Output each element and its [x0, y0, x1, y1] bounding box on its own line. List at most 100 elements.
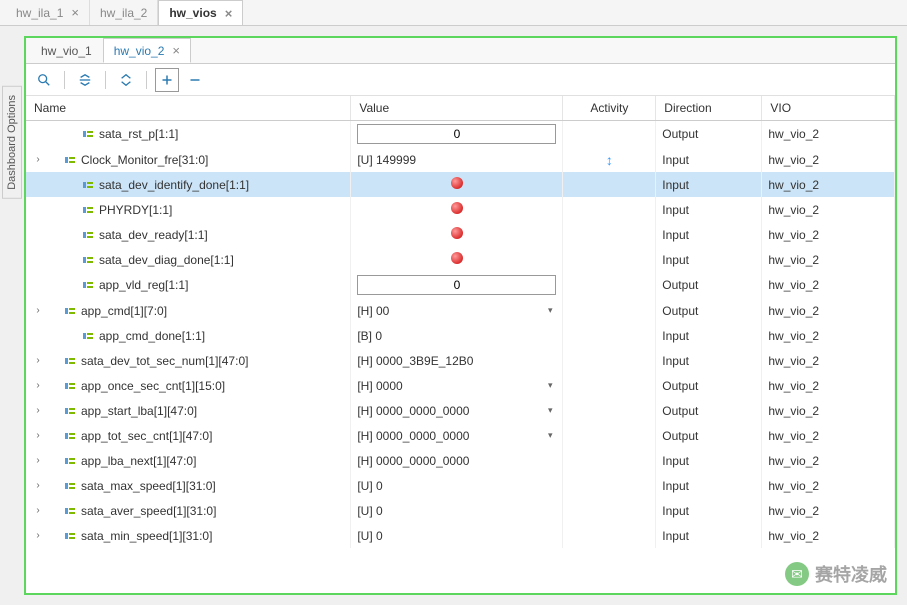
signal-icon	[64, 505, 76, 517]
signal-icon	[64, 480, 76, 492]
value-dropdown[interactable]: [H] 0000 ▾	[357, 379, 556, 393]
expand-icon[interactable]: ›	[32, 380, 44, 391]
table-row[interactable]: sata_rst_p[1:1]Outputhw_vio_2	[26, 121, 895, 148]
value-input[interactable]	[357, 124, 556, 144]
expand-icon[interactable]: ›	[32, 480, 44, 491]
col-header-vio[interactable]: VIO	[762, 96, 895, 121]
col-header-direction[interactable]: Direction	[656, 96, 762, 121]
outer-tab-hw_ila_2[interactable]: hw_ila_2	[90, 0, 158, 25]
value-dropdown[interactable]: [H] 0000_0000_0000▾	[357, 404, 556, 418]
table-row[interactable]: ›app_once_sec_cnt[1][15:0][H] 0000▾Outpu…	[26, 373, 895, 398]
expand-button[interactable]	[114, 68, 138, 92]
direction-cell: Input	[656, 323, 762, 348]
table-row[interactable]: › app_lba_next[1][47:0] [H] 0000_0000_0000…	[26, 448, 895, 473]
value-input[interactable]	[357, 275, 556, 295]
inner-tab-hw_vio_1[interactable]: hw_vio_1	[30, 38, 103, 63]
col-header-name[interactable]: Name	[26, 96, 351, 121]
table-row[interactable]: ›Clock_Monitor_fre[31:0][U] 149999↕Input…	[26, 147, 895, 172]
direction-cell: Input	[656, 172, 762, 197]
value-text: [H] 0000_3B9E_12B0	[357, 354, 556, 368]
expand-icon[interactable]: ›	[32, 355, 44, 366]
signal-name: app_tot_sec_cnt[1][47:0]	[81, 429, 212, 443]
value-text: [H] 0000	[357, 379, 402, 393]
signal-icon	[82, 279, 94, 291]
value-dropdown[interactable]: [H] 0000_0000_0000▾	[357, 429, 556, 443]
table-row[interactable]: ›sata_min_speed[1][31:0][U] 0Inputhw_vio…	[26, 523, 895, 548]
signal-icon	[64, 530, 76, 542]
signal-name: sata_aver_speed[1][31:0]	[81, 504, 216, 518]
table-row[interactable]: › sata_aver_speed[1][31:0] [U] 0 Inputhw_vi…	[26, 498, 895, 523]
vio-cell: hw_vio_2	[762, 398, 895, 423]
value-dropdown[interactable]: [H] 00▾	[357, 304, 556, 318]
expand-icon[interactable]: ›	[32, 455, 44, 466]
signal-icon	[64, 154, 76, 166]
chevron-down-icon: ▾	[548, 430, 557, 441]
collapse-button[interactable]	[73, 68, 97, 92]
direction-cell: Input	[656, 348, 762, 373]
close-icon[interactable]: ×	[172, 43, 180, 58]
outer-tab-hw_vios[interactable]: hw_vios×	[158, 0, 243, 25]
value-text: [U] 0	[357, 529, 556, 543]
remove-button[interactable]	[183, 68, 207, 92]
table-row[interactable]: › app_start_lba[1][47:0] [H] 0000_0000_000…	[26, 398, 895, 423]
direction-cell: Input	[656, 222, 762, 247]
expand-icon[interactable]: ›	[32, 505, 44, 516]
signal-icon	[82, 330, 94, 342]
signal-name: app_cmd_done[1:1]	[99, 329, 205, 343]
outer-tab-bar: hw_ila_1×hw_ila_2hw_vios×	[0, 0, 907, 26]
tab-label: hw_vio_2	[114, 44, 165, 58]
vio-cell: hw_vio_2	[762, 147, 895, 172]
add-button[interactable]	[155, 68, 179, 92]
expand-icon[interactable]: ›	[32, 405, 44, 416]
direction-cell: Input	[656, 498, 762, 523]
value-text: [U] 0	[357, 504, 556, 518]
chevron-down-icon: ▾	[548, 380, 557, 391]
direction-cell: Output	[656, 373, 762, 398]
table-row[interactable]: › app_tot_sec_cnt[1][47:0] [H] 0000_0000_0…	[26, 423, 895, 448]
signal-icon	[64, 380, 76, 392]
col-header-value[interactable]: Value	[351, 96, 563, 121]
table-row[interactable]: ›app_cmd[1][7:0][H] 00▾Outputhw_vio_2	[26, 298, 895, 323]
inner-tab-bar: hw_vio_1 hw_vio_2 ×	[26, 38, 895, 64]
table-row[interactable]: ›sata_max_speed[1][31:0][U] 0Inputhw_vio…	[26, 473, 895, 498]
direction-cell: Output	[656, 423, 762, 448]
vio-cell: hw_vio_2	[762, 448, 895, 473]
dashboard-options-tab[interactable]: Dashboard Options	[2, 86, 22, 199]
direction-cell: Input	[656, 523, 762, 548]
signal-name: sata_dev_diag_done[1:1]	[99, 253, 234, 267]
signal-name: app_start_lba[1][47:0]	[81, 404, 197, 418]
expand-icon[interactable]: ›	[32, 530, 44, 541]
table-row[interactable]: app_vld_reg[1:1]Outputhw_vio_2	[26, 272, 895, 298]
toolbar	[26, 64, 895, 96]
table-row[interactable]: sata_dev_diag_done[1:1]Inputhw_vio_2	[26, 247, 895, 272]
chevron-down-icon: ▾	[548, 305, 557, 316]
col-header-activity[interactable]: Activity	[563, 96, 656, 121]
direction-cell: Output	[656, 398, 762, 423]
signal-name: sata_rst_p[1:1]	[99, 127, 178, 141]
inner-tab-hw_vio_2[interactable]: hw_vio_2 ×	[103, 38, 191, 63]
table-row[interactable]: app_cmd_done[1:1][B] 0Inputhw_vio_2	[26, 323, 895, 348]
vio-cell: hw_vio_2	[762, 348, 895, 373]
signal-name: app_lba_next[1][47:0]	[81, 454, 196, 468]
table-row[interactable]: PHYRDY[1:1]Inputhw_vio_2	[26, 197, 895, 222]
signal-name: sata_min_speed[1][31:0]	[81, 529, 212, 543]
expand-icon[interactable]: ›	[32, 305, 44, 316]
table-row[interactable]: ›sata_dev_tot_sec_num[1][47:0][H] 0000_3…	[26, 348, 895, 373]
close-icon[interactable]: ×	[71, 5, 79, 20]
vio-cell: hw_vio_2	[762, 498, 895, 523]
vio-cell: hw_vio_2	[762, 272, 895, 298]
table-row[interactable]: sata_dev_identify_done[1:1]Inputhw_vio_2	[26, 172, 895, 197]
expand-icon[interactable]: ›	[32, 154, 44, 165]
outer-tab-hw_ila_1[interactable]: hw_ila_1×	[6, 0, 90, 25]
close-icon[interactable]: ×	[225, 6, 233, 21]
table-row[interactable]: sata_dev_ready[1:1]Inputhw_vio_2	[26, 222, 895, 247]
signal-table-container: Name Value Activity Direction VIO sata_r…	[26, 96, 895, 593]
value-text: [H] 0000_0000_0000	[357, 454, 556, 468]
direction-cell: Input	[656, 448, 762, 473]
vio-cell: hw_vio_2	[762, 172, 895, 197]
search-button[interactable]	[32, 68, 56, 92]
direction-cell: Input	[656, 473, 762, 498]
expand-icon[interactable]: ›	[32, 430, 44, 441]
led-indicator	[451, 202, 463, 214]
signal-icon	[82, 229, 94, 241]
